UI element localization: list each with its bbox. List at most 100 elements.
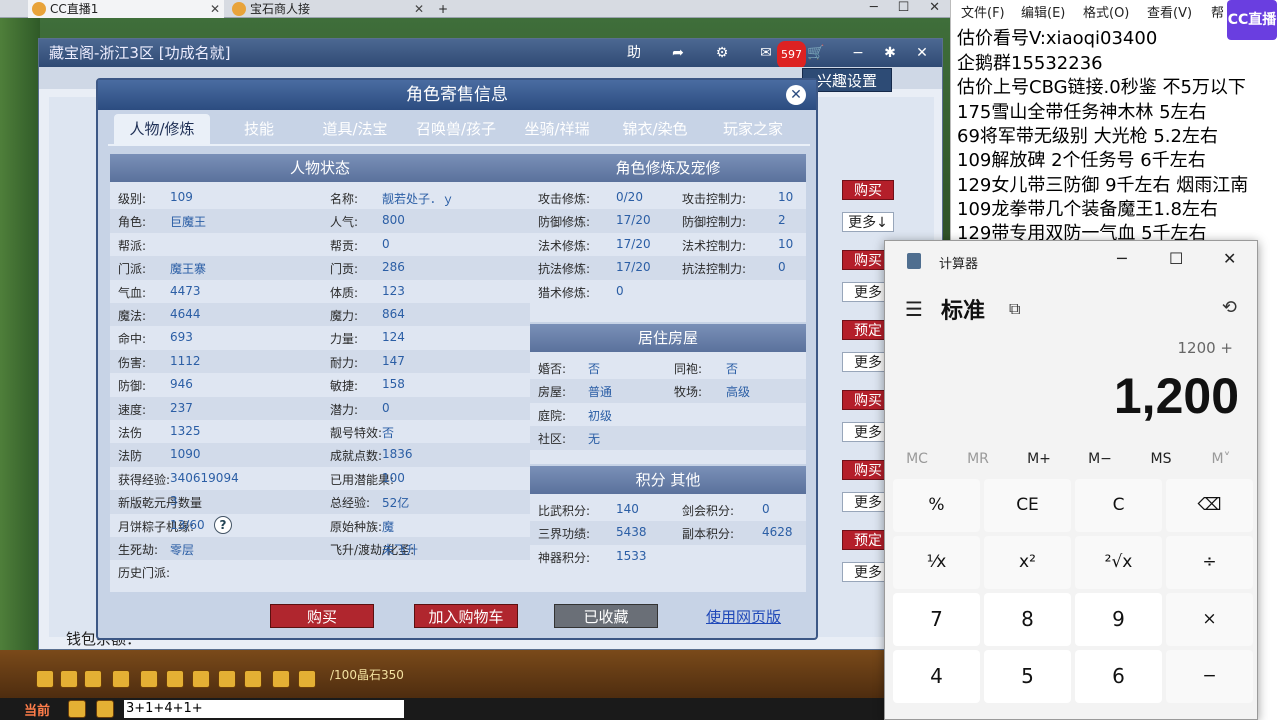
search-icon[interactable]	[140, 670, 158, 688]
memory-store-button[interactable]: MS	[1141, 451, 1181, 467]
move-icon[interactable]	[112, 670, 130, 688]
flag-icon[interactable]	[218, 670, 236, 688]
maximize-icon[interactable]: ☐	[1169, 249, 1183, 268]
info-label: 庭院:	[538, 408, 567, 423]
close-icon[interactable]: ✕	[929, 0, 940, 18]
close-icon[interactable]: ✕	[1223, 249, 1236, 268]
share-icon[interactable]: ➦	[667, 43, 689, 63]
add-to-cart-button[interactable]: 加入购物车	[414, 604, 518, 628]
browser-tab-gem[interactable]: 宝石商人接 ✕	[228, 0, 428, 18]
minimize-icon[interactable]: ─	[1117, 249, 1127, 268]
info-value: 17/20	[616, 213, 651, 228]
points-panel: 积分 其他 比武积分: 140 剑会积分: 0 三界功绩: 5438 副本积分: 4628 神器…	[530, 466, 806, 592]
chat-icon[interactable]	[244, 670, 262, 688]
menu-help[interactable]: 帮	[1211, 2, 1224, 21]
settings-icon[interactable]: ⚙	[711, 43, 733, 63]
memory-list-button[interactable]: M˅	[1201, 451, 1241, 467]
digit-4-key[interactable]: 4	[893, 650, 980, 703]
tab-mounts[interactable]: 坐骑/祥瑞	[512, 114, 602, 144]
info-label: 气血:	[118, 285, 147, 300]
menu-file[interactable]: 文件(F)	[961, 2, 1005, 21]
memory-subtract-button[interactable]: M−	[1080, 451, 1120, 467]
reciprocal-key[interactable]: ¹⁄x	[893, 536, 980, 589]
emoji-icon[interactable]	[96, 700, 114, 718]
arrow-up-icon[interactable]	[60, 670, 78, 688]
microphone-icon[interactable]	[68, 700, 86, 718]
new-tab-button[interactable]: +	[434, 0, 454, 18]
buy-button[interactable]: 购买	[270, 604, 374, 628]
settings-icon[interactable]: ✱	[879, 43, 901, 63]
dropdown-icon[interactable]	[298, 670, 316, 688]
clear-entry-key[interactable]: CE	[984, 479, 1071, 532]
hamburger-menu-icon[interactable]: ☰	[905, 297, 923, 321]
info-label: 历史门派:	[118, 566, 171, 581]
lock-icon[interactable]	[192, 670, 210, 688]
notepad-line: 企鹅群15532236	[957, 53, 1103, 74]
info-row	[530, 356, 806, 379]
info-label: 防御:	[118, 379, 147, 394]
info-label: 名称:	[330, 192, 359, 206]
calculator-title: 计算器	[939, 257, 979, 272]
notepad-line: 估价上号CBG链接.0秒鉴 不5万以下	[957, 77, 1246, 98]
info-label: 成就点数:	[330, 449, 383, 464]
tab-character[interactable]: 人物/修炼	[114, 114, 210, 144]
close-icon[interactable]: ✕	[210, 0, 220, 18]
digit-6-key[interactable]: 6	[1075, 650, 1162, 703]
chat-input[interactable]: 3+1+4+1+	[124, 700, 404, 718]
chat-channel[interactable]: 当前	[24, 700, 50, 719]
info-label: 攻击控制力:	[682, 192, 747, 206]
square-key[interactable]: x²	[984, 536, 1071, 589]
minimize-icon[interactable]: −	[847, 43, 869, 63]
digit-9-key[interactable]: 9	[1075, 593, 1162, 646]
tab-outfits[interactable]: 锦衣/染色	[610, 114, 700, 144]
backspace-key[interactable]: ⌫	[1166, 479, 1253, 532]
digit-5-key[interactable]: 5	[984, 650, 1071, 703]
cc-favicon-icon	[32, 2, 46, 16]
listing-more-button[interactable]: 更多↓	[842, 212, 894, 232]
keep-on-top-icon[interactable]: ⧉	[1009, 299, 1020, 319]
digit-7-key[interactable]: 7	[893, 593, 980, 646]
multiply-key[interactable]: ×	[1166, 593, 1253, 646]
browser-tab-label: CC直播1	[50, 2, 99, 16]
divide-key[interactable]: ÷	[1166, 536, 1253, 589]
info-value: 17/20	[616, 236, 651, 251]
close-icon[interactable]: ✕	[786, 85, 806, 105]
menu-format[interactable]: 格式(O)	[1083, 2, 1129, 21]
history-icon[interactable]: ⟲	[1222, 297, 1237, 318]
cart-icon[interactable]: 🛒	[805, 43, 827, 63]
tab-player-home[interactable]: 玩家之家	[708, 114, 798, 144]
sqrt-key[interactable]: ²√x	[1075, 536, 1162, 589]
menu-icon[interactable]	[272, 670, 290, 688]
info-value: 1533	[616, 548, 647, 563]
arrow-down-icon[interactable]	[84, 670, 102, 688]
maximize-icon[interactable]: ☐	[898, 0, 910, 18]
info-value: 123	[382, 283, 405, 298]
memory-add-button[interactable]: M+	[1019, 451, 1059, 467]
menu-view[interactable]: 查看(V)	[1147, 2, 1192, 21]
browser-tab-cc[interactable]: CC直播1 ✕	[28, 0, 224, 18]
listing-buy-button[interactable]: 购买	[842, 180, 894, 200]
tab-skills[interactable]: 技能	[218, 114, 300, 144]
close-icon[interactable]: ✕	[414, 0, 424, 18]
arrow-left-icon[interactable]	[36, 670, 54, 688]
menu-edit[interactable]: 编辑(E)	[1021, 2, 1065, 21]
bag-icon[interactable]	[166, 670, 184, 688]
tab-items[interactable]: 道具/法宝	[314, 114, 396, 144]
close-icon[interactable]: ✕	[911, 43, 933, 63]
info-value: 340619094	[170, 470, 239, 485]
percent-key[interactable]: %	[893, 479, 980, 532]
info-value: 初级	[588, 408, 613, 423]
minimize-icon[interactable]: ─	[870, 0, 878, 18]
digit-8-key[interactable]: 8	[984, 593, 1071, 646]
favorited-button[interactable]: 已收藏	[554, 604, 658, 628]
memory-recall-button[interactable]: MR	[958, 451, 998, 467]
memory-clear-button[interactable]: MC	[897, 451, 937, 467]
info-value: 4644	[170, 307, 201, 321]
minus-key[interactable]: −	[1166, 650, 1253, 703]
use-web-version-link[interactable]: 使用网页版	[706, 606, 781, 627]
tab-pets[interactable]: 召唤兽/孩子	[406, 114, 506, 144]
help-button[interactable]: 助	[623, 43, 645, 63]
help-question-icon[interactable]: ?	[214, 515, 232, 534]
message-icon[interactable]: ✉	[755, 43, 777, 63]
clear-key[interactable]: C	[1075, 479, 1162, 532]
